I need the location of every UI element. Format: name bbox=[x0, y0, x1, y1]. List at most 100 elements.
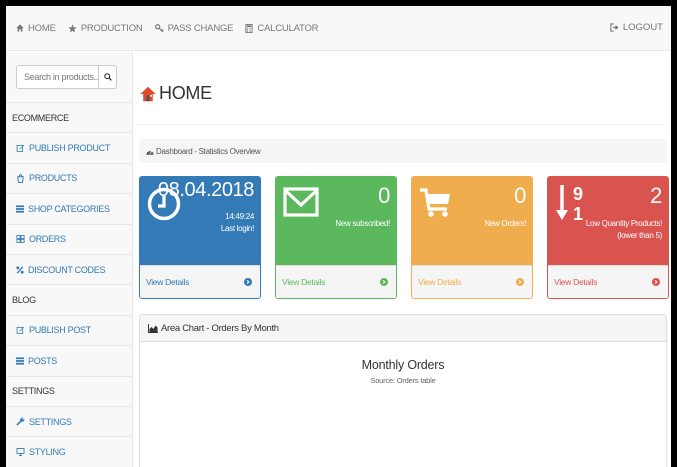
sidebar-header-label: BLOG bbox=[12, 295, 36, 306]
logout-label: LOGOUT bbox=[622, 22, 663, 33]
stat-panel-header: 91 2 Low Quantity Products! (lower than … bbox=[548, 177, 668, 265]
sidebar-item-label: DISCOUNT CODES bbox=[28, 264, 106, 275]
sidebar-item-styling[interactable]: STYLING bbox=[6, 437, 132, 467]
stat-panel-last-login: 08.04.2018 14:49:24 Last login! View Det… bbox=[139, 176, 261, 299]
logout-link[interactable]: LOGOUT bbox=[610, 22, 663, 33]
sign-out-icon bbox=[610, 23, 619, 32]
nav-calculator-label: CALCULATOR bbox=[257, 22, 319, 34]
app-window: HOME PRODUCTION PASS CHANGE CALCULATOR L… bbox=[6, 6, 671, 467]
sidebar-search bbox=[6, 52, 132, 103]
nav-home[interactable]: HOME bbox=[16, 23, 56, 34]
nav-pass-change-label: PASS CHANGE bbox=[167, 22, 234, 34]
sidebar-header-label: ECOMMERCE bbox=[12, 112, 69, 123]
title-divider bbox=[139, 124, 667, 125]
page-title: HOME bbox=[140, 83, 212, 104]
home-icon bbox=[140, 86, 156, 101]
home-icon bbox=[16, 24, 24, 32]
sidebar-item-label: ORDERS bbox=[29, 234, 66, 245]
view-details-label: View Details bbox=[282, 277, 326, 287]
chart-panel-heading: Area Chart - Orders By Month bbox=[140, 315, 666, 342]
sidebar-item-label: POSTS bbox=[28, 355, 58, 366]
sidebar: ECOMMERCE PUBLISH PRODUCT PRODUCTS SHOP … bbox=[6, 52, 133, 467]
sidebar-item-discount-codes[interactable]: DISCOUNT CODES bbox=[6, 255, 132, 286]
main-content: HOME Dashboard - Statistics Overview 08.… bbox=[133, 52, 671, 467]
stat-panel-subscribed: 0 New subscribed! View Details bbox=[275, 176, 397, 299]
nav-calculator[interactable]: CALCULATOR bbox=[245, 22, 319, 34]
breadcrumb-text: Dashboard - Statistics Overview bbox=[156, 146, 261, 156]
sidebar-item-label: STYLING bbox=[29, 446, 66, 457]
nav-pass-change[interactable]: PASS CHANGE bbox=[154, 22, 234, 34]
orders-icon bbox=[16, 235, 25, 244]
view-details-link[interactable]: View Details bbox=[548, 265, 668, 298]
arrow-circle-right-icon bbox=[516, 278, 524, 286]
chart-title: Monthly Orders bbox=[361, 358, 445, 372]
view-details-label: View Details bbox=[146, 277, 190, 287]
stat-caption: New subscribed! bbox=[335, 219, 390, 228]
sidebar-item-label: PRODUCTS bbox=[29, 173, 78, 184]
view-details-label: View Details bbox=[554, 277, 598, 287]
envelope-icon bbox=[283, 187, 319, 217]
area-chart-icon bbox=[148, 323, 158, 333]
top-navbar: HOME PRODUCTION PASS CHANGE CALCULATOR L… bbox=[6, 6, 671, 51]
stat-time: 14:49:24 bbox=[225, 212, 254, 221]
product-icon bbox=[17, 174, 24, 183]
sidebar-header-blog: BLOG bbox=[6, 285, 132, 316]
page-title-text: HOME bbox=[159, 83, 212, 103]
stat-caption: Low Quantity Products! bbox=[585, 219, 662, 228]
list-icon bbox=[16, 205, 24, 213]
sidebar-item-products[interactable]: PRODUCTS bbox=[6, 164, 132, 195]
stat-value: 2 bbox=[650, 183, 662, 208]
stat-caption-note: (lower than 5) bbox=[617, 231, 662, 240]
stat-panel-header: 08.04.2018 14:49:24 Last login! bbox=[140, 177, 260, 265]
svg-text:1: 1 bbox=[573, 204, 583, 223]
chart-subtitle: Source: Orders table bbox=[370, 376, 436, 385]
stat-value: 0 bbox=[378, 183, 390, 208]
desktop-icon bbox=[16, 448, 25, 456]
nav-home-label: HOME bbox=[28, 22, 56, 34]
key-icon bbox=[154, 23, 164, 32]
sidebar-item-shop-categories[interactable]: SHOP CATEGORIES bbox=[6, 194, 132, 225]
nav-production-label: PRODUCTION bbox=[80, 22, 143, 34]
sidebar-item-label: PUBLISH PRODUCT bbox=[29, 143, 111, 154]
sidebar-item-label: SETTINGS bbox=[29, 416, 72, 427]
list-icon bbox=[16, 357, 24, 365]
stat-panel-header: 0 New subscribed! bbox=[276, 177, 396, 265]
stat-caption: Last login! bbox=[220, 224, 254, 233]
chart-panel-heading-text: Area Chart - Orders By Month bbox=[161, 322, 279, 334]
sidebar-header-settings: SETTINGS bbox=[6, 377, 132, 407]
dashboard-icon bbox=[146, 150, 154, 155]
stat-panel-header: 0 New Orders! bbox=[412, 177, 532, 265]
search-button[interactable] bbox=[98, 65, 117, 89]
sidebar-header-ecommerce: ECOMMERCE bbox=[6, 103, 132, 134]
sidebar-header-label: SETTINGS bbox=[12, 386, 55, 397]
search-icon bbox=[103, 73, 112, 81]
calculator-icon bbox=[245, 23, 253, 33]
stat-panel-low-quantity: 91 2 Low Quantity Products! (lower than … bbox=[547, 176, 669, 299]
sidebar-item-settings[interactable]: SETTINGS bbox=[6, 407, 132, 438]
arrow-circle-right-icon bbox=[652, 278, 660, 286]
edit-icon bbox=[16, 327, 25, 335]
sidebar-item-publish-post[interactable]: PUBLISH POST bbox=[6, 316, 132, 347]
view-details-link[interactable]: View Details bbox=[276, 265, 396, 298]
sidebar-item-orders[interactable]: ORDERS bbox=[6, 225, 132, 255]
svg-text:9: 9 bbox=[573, 184, 583, 204]
nav-production[interactable]: PRODUCTION bbox=[67, 22, 143, 34]
stat-panel-orders: 0 New Orders! View Details bbox=[411, 176, 533, 299]
stat-caption: New Orders! bbox=[484, 219, 526, 228]
sort-numeric-desc-icon: 91 bbox=[556, 184, 583, 223]
view-details-link[interactable]: View Details bbox=[412, 265, 532, 298]
view-details-link[interactable]: View Details bbox=[140, 265, 260, 298]
wrench-icon bbox=[16, 417, 25, 426]
star-icon bbox=[67, 23, 77, 33]
arrow-circle-right-icon bbox=[380, 278, 388, 286]
sidebar-item-publish-product[interactable]: PUBLISH PRODUCT bbox=[6, 133, 132, 164]
sidebar-item-label: SHOP CATEGORIES bbox=[28, 203, 110, 214]
search-input[interactable] bbox=[16, 65, 98, 89]
stat-value: 0 bbox=[514, 183, 526, 208]
sidebar-item-label: PUBLISH POST bbox=[29, 325, 91, 336]
sidebar-item-posts[interactable]: POSTS bbox=[6, 346, 132, 377]
stat-value: 08.04.2018 bbox=[157, 179, 255, 201]
arrow-circle-right-icon bbox=[244, 278, 252, 286]
percent-icon bbox=[16, 266, 24, 274]
chart-panel: Area Chart - Orders By Month Monthly Ord… bbox=[139, 314, 667, 467]
